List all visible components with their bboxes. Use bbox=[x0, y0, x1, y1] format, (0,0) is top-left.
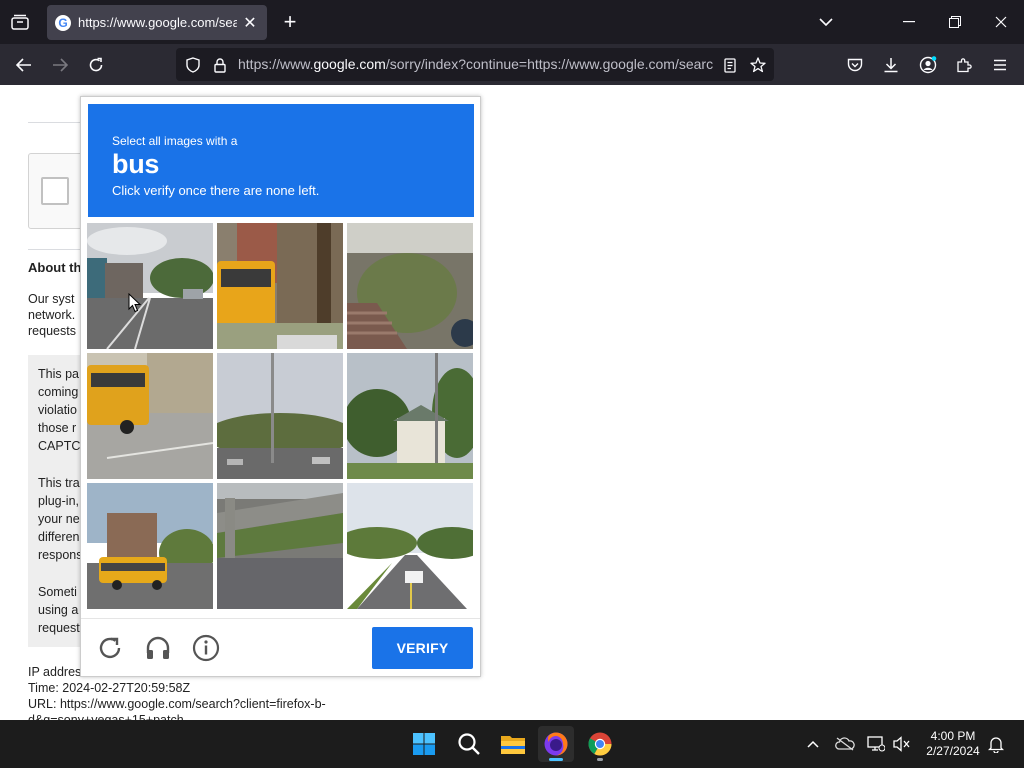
minimize-icon[interactable] bbox=[895, 10, 923, 34]
notification-bell-icon[interactable] bbox=[986, 734, 1006, 754]
captcha-tile-2[interactable] bbox=[217, 223, 343, 349]
running-indicator bbox=[549, 758, 563, 761]
verify-button[interactable]: VERIFY bbox=[372, 627, 473, 669]
divider bbox=[28, 249, 88, 250]
running-indicator bbox=[597, 758, 603, 761]
captcha-tile-4[interactable] bbox=[87, 353, 213, 479]
google-g-icon: G bbox=[55, 14, 71, 31]
file-explorer-icon[interactable] bbox=[495, 726, 531, 762]
target-object-text: bus bbox=[112, 149, 160, 179]
clock[interactable]: 4:00 PM 2/27/2024 bbox=[918, 729, 988, 759]
instruction-text: Select all images with a bbox=[112, 134, 238, 148]
info-line: Someti bbox=[38, 585, 77, 599]
browser-tab[interactable]: G https://www.google.com/search ✕ bbox=[47, 5, 267, 40]
info-line: request bbox=[38, 621, 80, 635]
bookmark-star-icon[interactable] bbox=[747, 54, 769, 76]
info-line: This pa bbox=[38, 367, 79, 381]
onedrive-icon[interactable] bbox=[835, 734, 855, 754]
reload-page-icon[interactable] bbox=[81, 50, 111, 80]
chrome-icon[interactable] bbox=[582, 726, 618, 762]
url-text: https://www.google.com/sorry/index?conti… bbox=[238, 56, 713, 72]
info-line: respons bbox=[38, 548, 83, 562]
info-icon[interactable] bbox=[191, 633, 221, 663]
tracking-shield-icon[interactable] bbox=[182, 54, 204, 76]
url-path: /sorry/index?continue=https://www.google… bbox=[385, 56, 713, 72]
info-line: plug-in, bbox=[38, 494, 79, 508]
info-line: your ne bbox=[38, 512, 80, 526]
info-line: violatio bbox=[38, 403, 77, 417]
url-prefix: https://www. bbox=[238, 56, 314, 72]
info-line: using a bbox=[38, 603, 79, 617]
reader-view-icon[interactable] bbox=[719, 54, 741, 76]
account-icon[interactable] bbox=[913, 50, 943, 80]
instruction-subtext: Click verify once there are none left. bbox=[112, 183, 320, 198]
info-line: CAPTC bbox=[38, 439, 81, 453]
headphones-icon[interactable] bbox=[143, 633, 173, 663]
url-line: URL: https://www.google.com/search?clien… bbox=[28, 697, 326, 711]
pocket-icon[interactable] bbox=[840, 50, 870, 80]
recaptcha-checkbox[interactable] bbox=[41, 177, 69, 205]
info-line: This tra bbox=[38, 476, 80, 490]
captcha-tile-5[interactable] bbox=[217, 353, 343, 479]
search-icon[interactable] bbox=[451, 726, 487, 762]
clock-date: 2/27/2024 bbox=[926, 744, 980, 758]
about-line: Our syst bbox=[28, 292, 75, 306]
recaptcha-checkbox-widget bbox=[28, 153, 88, 229]
windows-start-icon[interactable] bbox=[406, 726, 442, 762]
url-domain: google.com bbox=[313, 56, 386, 72]
recaptcha-challenge-dialog: Select all images with a bus Click verif… bbox=[80, 96, 481, 677]
reload-icon[interactable] bbox=[95, 633, 125, 663]
show-hidden-icons-chevron-icon[interactable] bbox=[803, 734, 823, 754]
tab-list-icon[interactable] bbox=[6, 8, 34, 36]
ip-address-label: IP addres bbox=[28, 665, 82, 679]
captcha-tile-7[interactable] bbox=[87, 483, 213, 609]
firefox-icon[interactable] bbox=[538, 726, 574, 762]
list-all-tabs-chevron-icon[interactable] bbox=[812, 10, 840, 34]
footer-divider bbox=[81, 618, 480, 619]
info-line: differen bbox=[38, 530, 80, 544]
extensions-icon[interactable] bbox=[949, 50, 979, 80]
challenge-header: Select all images with a bus Click verif… bbox=[88, 104, 474, 217]
info-box: This pa coming violatio those r CAPTC Th… bbox=[28, 355, 88, 647]
tab-close-icon[interactable]: ✕ bbox=[241, 13, 259, 33]
info-line: coming bbox=[38, 385, 79, 399]
about-heading: About th bbox=[28, 260, 82, 275]
info-line: those r bbox=[38, 421, 77, 435]
divider bbox=[28, 122, 88, 123]
restore-icon[interactable] bbox=[941, 10, 969, 34]
downloads-icon[interactable] bbox=[876, 50, 906, 80]
captcha-tile-1[interactable] bbox=[87, 223, 213, 349]
new-tab-icon[interactable]: + bbox=[278, 9, 302, 35]
about-line: network. bbox=[28, 308, 76, 322]
about-line: requests bbox=[28, 324, 76, 338]
close-window-icon[interactable] bbox=[987, 10, 1015, 34]
back-arrow-icon[interactable] bbox=[9, 50, 39, 80]
lock-icon[interactable] bbox=[209, 54, 231, 76]
captcha-tile-8[interactable] bbox=[217, 483, 343, 609]
forward-arrow-icon[interactable] bbox=[45, 50, 75, 80]
network-icon[interactable] bbox=[866, 734, 886, 754]
menu-hamburger-icon[interactable] bbox=[985, 50, 1015, 80]
windows-taskbar: 4:00 PM 2/27/2024 bbox=[0, 720, 1024, 768]
volume-muted-icon[interactable] bbox=[892, 734, 912, 754]
captcha-tile-6[interactable] bbox=[347, 353, 473, 479]
tab-bar: G https://www.google.com/search ✕ + bbox=[0, 0, 1024, 44]
captcha-tile-3[interactable] bbox=[347, 223, 473, 349]
running-indicator bbox=[510, 758, 516, 761]
navigation-toolbar: https://www.google.com/sorry/index?conti… bbox=[0, 44, 1024, 85]
tab-title: https://www.google.com/search bbox=[78, 15, 237, 30]
time-line: Time: 2024-02-27T20:59:58Z bbox=[28, 681, 191, 695]
clock-time: 4:00 PM bbox=[930, 729, 976, 743]
captcha-tile-9[interactable] bbox=[347, 483, 473, 609]
url-bar[interactable]: https://www.google.com/sorry/index?conti… bbox=[176, 48, 774, 81]
